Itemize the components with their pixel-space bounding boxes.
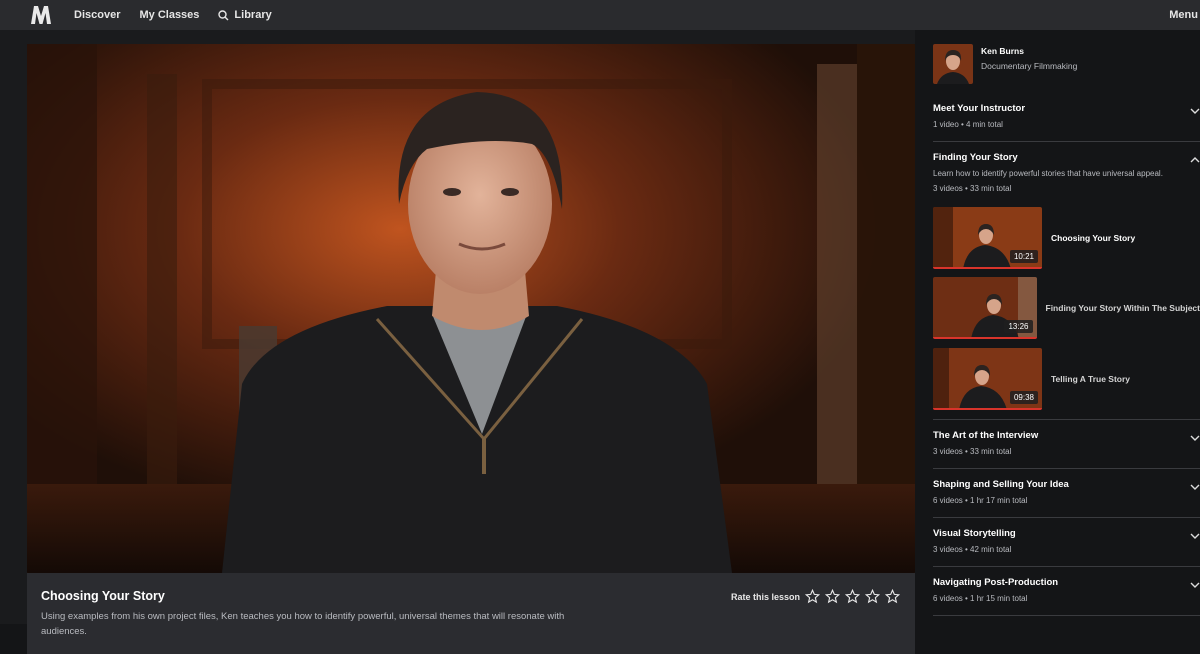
rate-lesson-label: Rate this lesson bbox=[731, 592, 800, 602]
chapter-meta: 1 video • 4 min total bbox=[933, 120, 1200, 129]
chevron-up-icon bbox=[1190, 155, 1200, 165]
nav-library-label: Library bbox=[234, 9, 271, 21]
star-3-icon[interactable] bbox=[845, 589, 860, 604]
video-thumbnail: 09:38 bbox=[933, 348, 1042, 410]
instructor-card[interactable]: Ken Burns Documentary Filmmaking bbox=[933, 44, 1077, 84]
video-thumbnail: 10:21 bbox=[933, 207, 1042, 269]
chevron-down-icon bbox=[1190, 580, 1200, 590]
chapter-description: Learn how to identify powerful stories t… bbox=[933, 169, 1200, 178]
video-duration: 13:26 bbox=[1004, 320, 1032, 333]
chapter-divider bbox=[933, 141, 1200, 142]
video-item-telling-a-true-story[interactable]: 09:38 Telling A True Story bbox=[933, 348, 1200, 410]
chevron-down-icon bbox=[1190, 531, 1200, 541]
video-duration: 09:38 bbox=[1010, 391, 1038, 404]
star-1-icon[interactable] bbox=[805, 589, 820, 604]
video-duration: 10:21 bbox=[1010, 250, 1038, 263]
chapter-meta: 6 videos • 1 hr 17 min total bbox=[933, 496, 1200, 505]
star-2-icon[interactable] bbox=[825, 589, 840, 604]
star-4-icon[interactable] bbox=[865, 589, 880, 604]
logo-m-icon bbox=[30, 5, 52, 25]
video-thumbnail: 13:26 bbox=[933, 277, 1037, 339]
chapter-meta: 3 videos • 33 min total bbox=[933, 184, 1200, 193]
nav-discover[interactable]: Discover bbox=[74, 9, 120, 21]
chapter-divider bbox=[933, 419, 1200, 420]
nav-discover-label: Discover bbox=[74, 9, 120, 21]
chapter-meta: 3 videos • 33 min total bbox=[933, 447, 1200, 456]
chapter-title: The Art of the Interview bbox=[933, 430, 1200, 441]
chapter-title: Meet Your Instructor bbox=[933, 103, 1200, 114]
video-title: Telling A True Story bbox=[1051, 374, 1130, 384]
nav-my-classes[interactable]: My Classes bbox=[139, 9, 199, 21]
chapter-divider bbox=[933, 468, 1200, 469]
video-title: Finding Your Story Within The Subject bbox=[1046, 303, 1200, 313]
chevron-down-icon bbox=[1190, 106, 1200, 116]
lesson-title: Choosing Your Story bbox=[41, 589, 165, 603]
star-5-icon[interactable] bbox=[885, 589, 900, 604]
chapter-title: Shaping and Selling Your Idea bbox=[933, 479, 1200, 490]
chapter-divider bbox=[933, 517, 1200, 518]
chapter-meet-your-instructor[interactable]: Meet Your Instructor 1 video • 4 min tot… bbox=[933, 103, 1200, 129]
rating-stars bbox=[805, 589, 900, 604]
nav-library[interactable]: Library bbox=[218, 9, 271, 21]
chevron-down-icon bbox=[1190, 482, 1200, 492]
chapter-visual-storytelling[interactable]: Visual Storytelling 3 videos • 42 min to… bbox=[933, 528, 1200, 554]
chapter-title: Visual Storytelling bbox=[933, 528, 1200, 539]
video-title: Choosing Your Story bbox=[1051, 233, 1135, 243]
menu-label: Menu bbox=[1169, 9, 1198, 21]
search-icon bbox=[218, 10, 229, 21]
chapter-navigating-post-production[interactable]: Navigating Post-Production 6 videos • 1 … bbox=[933, 577, 1200, 603]
nav-my-classes-label: My Classes bbox=[139, 9, 199, 21]
chapter-title: Finding Your Story bbox=[933, 152, 1200, 163]
video-item-choosing-your-story[interactable]: 10:21 Choosing Your Story bbox=[933, 207, 1200, 269]
lesson-description: Using examples from his own project file… bbox=[41, 609, 601, 639]
chapter-shaping-and-selling-your-idea[interactable]: Shaping and Selling Your Idea 6 videos •… bbox=[933, 479, 1200, 505]
lesson-info-panel: Choosing Your Story Using examples from … bbox=[27, 573, 915, 654]
top-nav-bar: Discover My Classes Library Menu bbox=[0, 0, 1200, 30]
lesson-sidebar: Ken Burns Documentary Filmmaking Meet Yo… bbox=[915, 30, 1200, 624]
chapter-art-of-the-interview[interactable]: The Art of the Interview 3 videos • 33 m… bbox=[933, 430, 1200, 456]
video-player[interactable] bbox=[27, 44, 915, 573]
chapter-divider bbox=[933, 566, 1200, 567]
menu-button[interactable]: Menu bbox=[1169, 0, 1200, 30]
course-name: Documentary Filmmaking bbox=[981, 61, 1077, 71]
video-item-finding-your-story-within-subject[interactable]: 13:26 Finding Your Story Within The Subj… bbox=[933, 277, 1200, 339]
masterclass-logo[interactable] bbox=[30, 4, 52, 26]
chapter-title: Navigating Post-Production bbox=[933, 577, 1200, 588]
instructor-name: Ken Burns bbox=[981, 46, 1077, 56]
chapter-finding-your-story[interactable]: Finding Your Story Learn how to identify… bbox=[933, 152, 1200, 193]
chapter-divider bbox=[933, 615, 1200, 616]
chapter-meta: 3 videos • 42 min total bbox=[933, 545, 1200, 554]
instructor-avatar bbox=[933, 44, 973, 84]
chapter-meta: 6 videos • 1 hr 15 min total bbox=[933, 594, 1200, 603]
video-frame bbox=[27, 44, 915, 573]
chevron-down-icon bbox=[1190, 433, 1200, 443]
main-content: Choosing Your Story Using examples from … bbox=[0, 30, 915, 624]
